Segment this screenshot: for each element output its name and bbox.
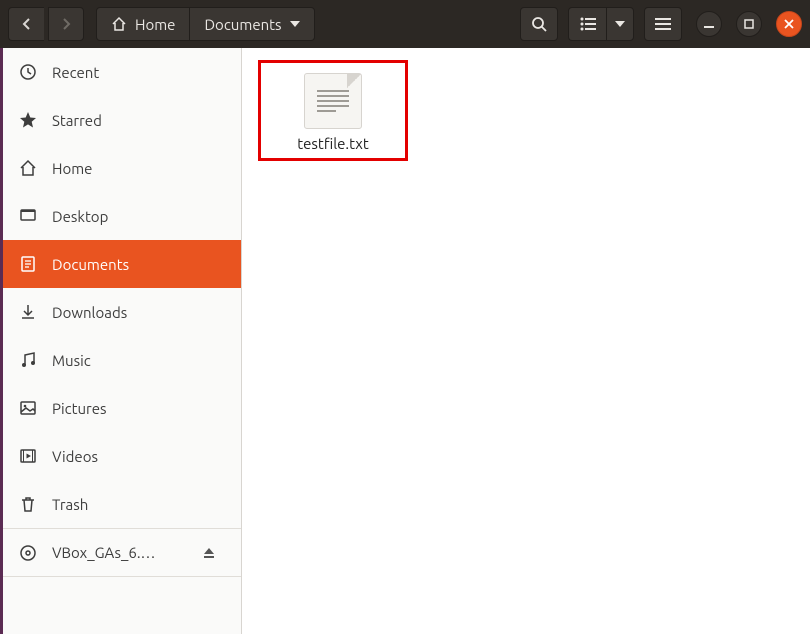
caret-down-icon: [615, 21, 625, 27]
close-icon: [784, 19, 794, 29]
sidebar-item-label: Recent: [52, 64, 99, 81]
disc-icon: [18, 544, 38, 562]
hamburger-menu-button[interactable]: [644, 7, 682, 41]
download-icon: [18, 303, 38, 321]
sidebar-item-home[interactable]: Home: [0, 144, 241, 192]
clock-icon: [18, 63, 38, 81]
breadcrumb-home[interactable]: Home: [96, 7, 190, 41]
window-accent-strip: [0, 48, 3, 634]
maximize-button[interactable]: [736, 11, 762, 37]
back-button[interactable]: [8, 7, 44, 41]
sidebar-item-pictures[interactable]: Pictures: [0, 384, 241, 432]
hamburger-icon: [655, 18, 671, 30]
search-icon: [531, 16, 547, 32]
sidebar-item-documents[interactable]: Documents: [0, 240, 241, 288]
breadcrumb-current[interactable]: Documents: [190, 7, 314, 41]
home-icon: [111, 16, 127, 32]
desktop-icon: [18, 207, 38, 225]
forward-button[interactable]: [48, 7, 84, 41]
sidebar-item-downloads[interactable]: Downloads: [0, 288, 241, 336]
sidebar-item-label: Trash: [52, 496, 88, 513]
view-options-button[interactable]: [606, 7, 634, 41]
sidebar-item-label: VBox_GAs_6.…: [52, 544, 155, 561]
sidebar-item-label: Pictures: [52, 400, 107, 417]
sidebar-item-label: Starred: [52, 112, 102, 129]
sidebar-item-music[interactable]: Music: [0, 336, 241, 384]
sidebar-item-recent[interactable]: Recent: [0, 48, 241, 96]
minimize-button[interactable]: [696, 11, 722, 37]
videos-icon: [18, 447, 38, 465]
document-icon: [18, 255, 38, 273]
minimize-icon: [704, 19, 714, 29]
sidebar-item-desktop[interactable]: Desktop: [0, 192, 241, 240]
list-view-button[interactable]: [568, 7, 606, 41]
text-file-icon: [304, 73, 362, 129]
sidebar-item-starred[interactable]: Starred: [0, 96, 241, 144]
sidebar-item-label: Downloads: [52, 304, 127, 321]
file-item[interactable]: testfile.txt: [258, 60, 408, 161]
pictures-icon: [18, 399, 38, 417]
eject-button[interactable]: [195, 539, 223, 567]
sidebar-item-label: Music: [52, 352, 91, 369]
star-icon: [18, 111, 38, 129]
sidebar-item-label: Desktop: [52, 208, 108, 225]
maximize-icon: [744, 19, 754, 29]
list-icon: [580, 17, 596, 31]
trash-icon: [18, 495, 38, 513]
sidebar-item-label: Home: [52, 160, 92, 177]
sidebar: Recent Starred Home Desktop Documents: [0, 48, 242, 634]
close-button[interactable]: [776, 11, 802, 37]
breadcrumb-home-label: Home: [135, 16, 175, 33]
sidebar-item-label: Videos: [52, 448, 98, 465]
home-icon: [18, 159, 38, 177]
sidebar-item-trash[interactable]: Trash: [0, 480, 241, 528]
sidebar-item-videos[interactable]: Videos: [0, 432, 241, 480]
music-icon: [18, 351, 38, 369]
breadcrumb: Home Documents: [96, 7, 315, 41]
eject-icon: [203, 547, 215, 559]
chevron-right-icon: [61, 17, 71, 31]
breadcrumb-current-label: Documents: [204, 16, 281, 33]
body: Recent Starred Home Desktop Documents: [0, 48, 810, 634]
sidebar-item-drive[interactable]: VBox_GAs_6.…: [0, 528, 241, 576]
file-label: testfile.txt: [297, 135, 368, 152]
file-pane[interactable]: testfile.txt: [242, 48, 810, 634]
sidebar-item-label: Documents: [52, 256, 129, 273]
chevron-left-icon: [22, 17, 32, 31]
titlebar: Home Documents: [0, 0, 810, 48]
caret-down-icon: [290, 21, 300, 27]
search-button[interactable]: [520, 7, 558, 41]
